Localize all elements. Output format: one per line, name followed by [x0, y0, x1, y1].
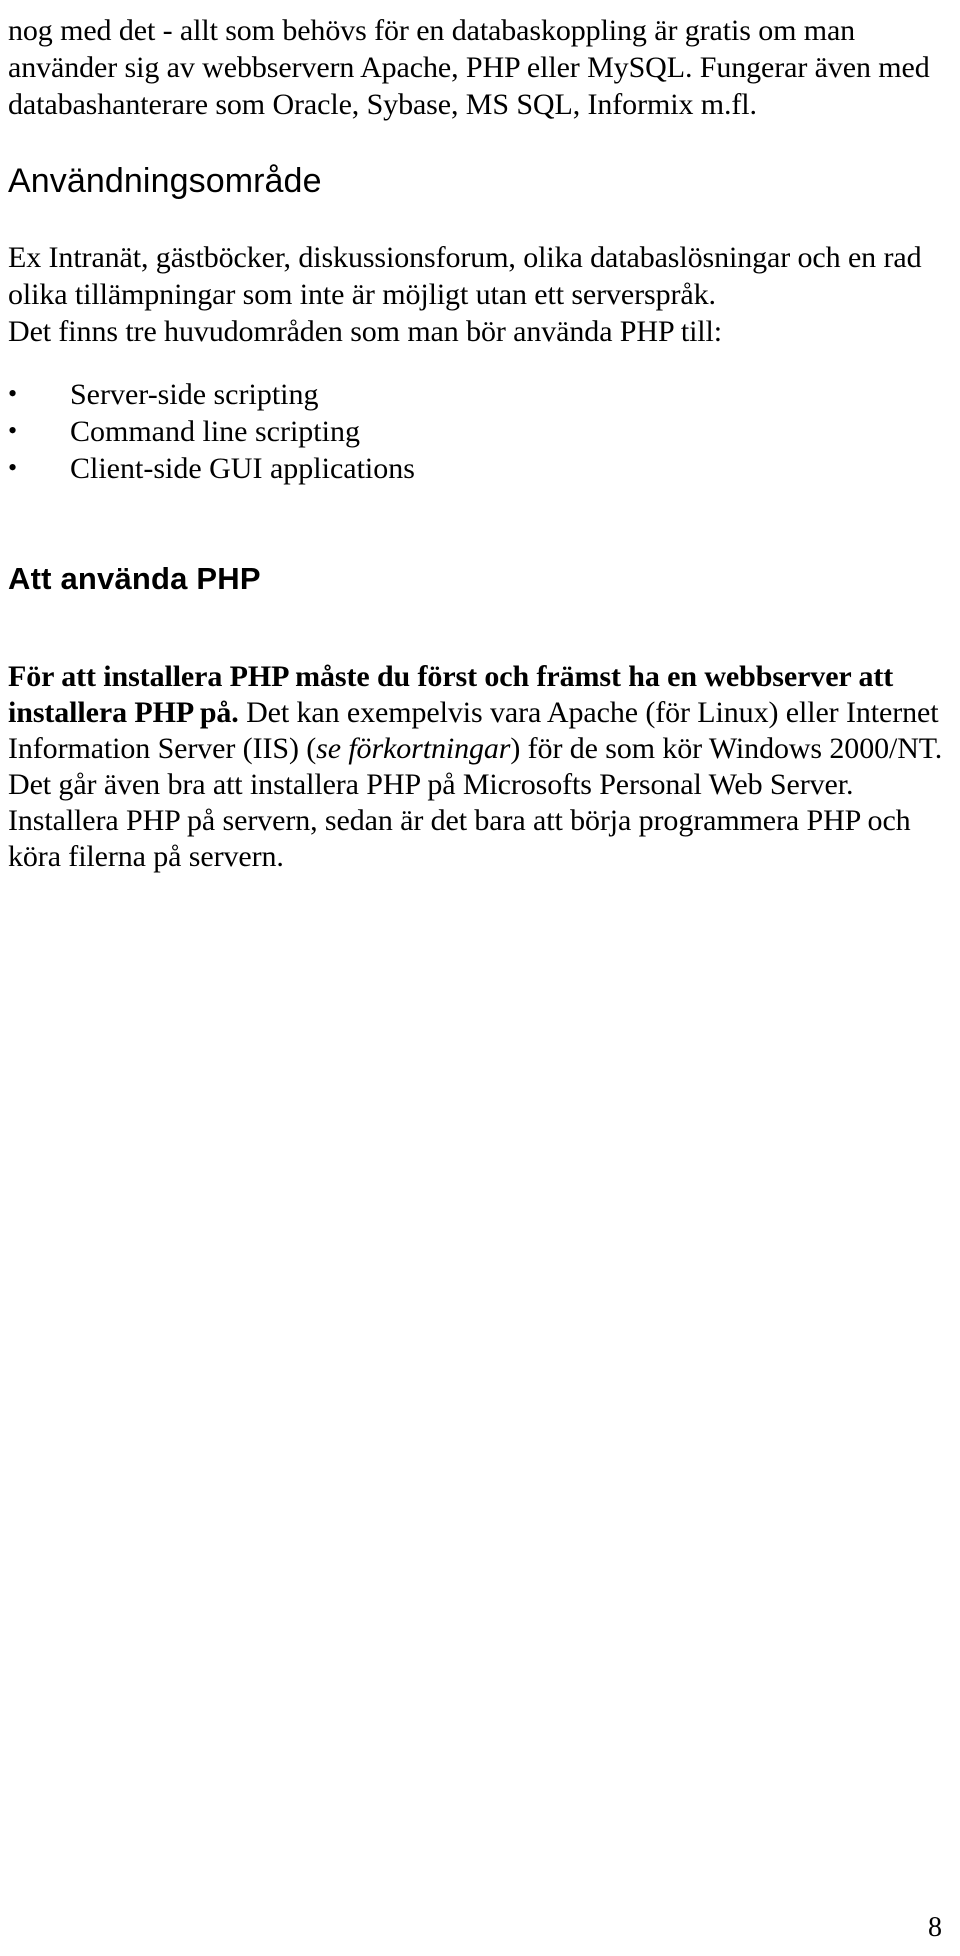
usage-paragraph: Ex Intranät, gästböcker, diskussionsforu… [8, 239, 952, 313]
usage-leadin-text: Det finns tre huvudområden som man bör a… [8, 315, 723, 348]
spacer-before-usage-heading [8, 123, 952, 161]
list-item: Client-side GUI applications [8, 449, 952, 487]
intro-line-1: nog med det - allt som behövs för en dat… [8, 14, 856, 47]
page-content: nog med det - allt som behövs för en dat… [8, 0, 952, 875]
spacer-after-using-heading [8, 599, 952, 659]
usage-line-1: Ex Intranät, gästböcker, diskussionsforu… [8, 241, 877, 274]
intro-paragraph: nog med det - allt som behövs för en dat… [8, 12, 952, 123]
document-page: nog med det - allt som behövs för en dat… [0, 0, 960, 1956]
using-php-normal-run-3: Installera PHP på servern, sedan är det … [8, 804, 911, 873]
spacer-after-usage-heading [8, 201, 952, 239]
heading-usage-area: Användningsområde [8, 162, 322, 200]
bullet-label-1: Server-side scripting [70, 378, 319, 411]
intro-line-2: använder sig av webbservern Apache, PHP … [8, 51, 871, 84]
bullet-label-2: Command line scripting [70, 415, 360, 448]
page-number: 8 [928, 1912, 942, 1943]
top-spacer [8, 0, 952, 12]
bullet-label-3: Client-side GUI applications [70, 452, 415, 485]
using-php-paragraph: För att installera PHP måste du först oc… [8, 659, 952, 803]
usage-leadin: Det finns tre huvudområden som man bör a… [8, 313, 952, 350]
php-usage-bullet-list: Server-side scripting Command line scrip… [8, 375, 952, 487]
spacer-before-bullets [8, 350, 952, 376]
list-item: Server-side scripting [8, 375, 952, 413]
using-php-italic-run: se förkortningar [316, 732, 511, 765]
using-php-paragraph-2: Installera PHP på servern, sedan är det … [8, 803, 952, 875]
spacer-before-using-heading [8, 487, 952, 559]
list-item: Command line scripting [8, 412, 952, 450]
heading-using-php: Att använda PHP [8, 561, 261, 596]
